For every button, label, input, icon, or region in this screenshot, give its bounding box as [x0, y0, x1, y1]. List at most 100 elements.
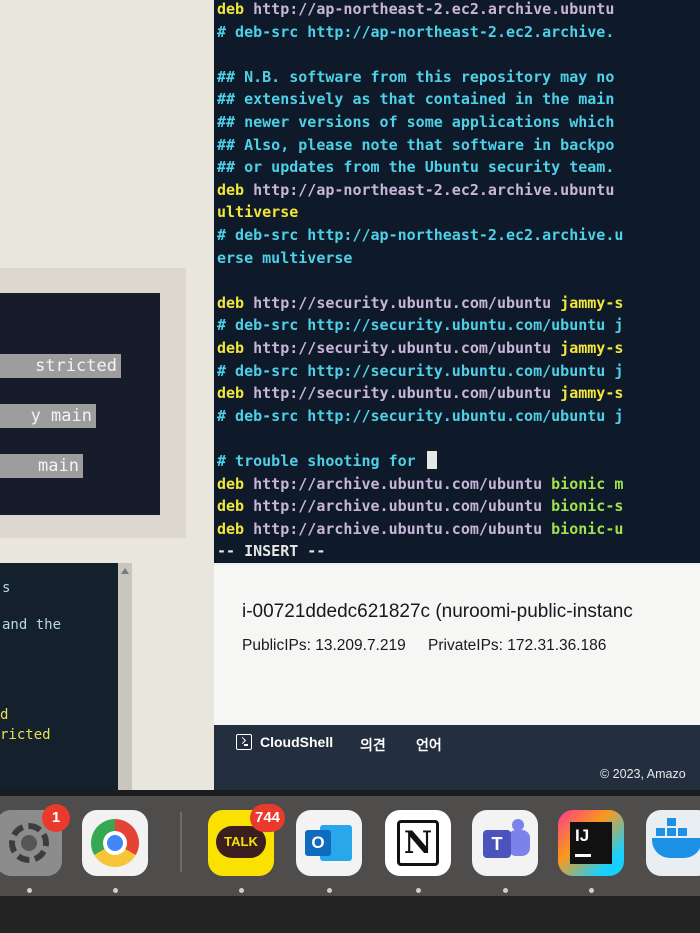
vim-line: # trouble shooting for — [217, 450, 437, 472]
vim-text-segment: deb — [217, 384, 245, 403]
vim-text-segment: deb — [217, 519, 245, 538]
console-footer: CloudShell 의견 언어 © 2023, Amazo — [214, 725, 700, 790]
vim-text-segment: ## extensively as that contained in the … — [217, 90, 615, 109]
vim-line: ## Also, please note that software in ba… — [217, 134, 614, 156]
running-indicator — [589, 888, 594, 893]
vim-text-segment: http://security.ubuntu.com/ubuntu — [244, 339, 561, 357]
vim-text-segment: http://archive.ubuntu.com/ubuntu — [244, 519, 552, 538]
vim-terminal[interactable]: deb http://ap-northeast-2.ec2.archive.ub… — [214, 0, 700, 563]
private-ips: PrivateIPs: 172.31.36.186 — [428, 637, 607, 654]
outlook-app[interactable]: O — [296, 810, 362, 876]
vim-text-segment: bionic m — [551, 474, 624, 493]
docker-container-block — [667, 828, 676, 836]
vim-text-segment: ## N.B. software from this repository ma… — [217, 67, 615, 86]
terminal-icon — [236, 734, 252, 750]
aws-console-window[interactable]: deb http://ap-northeast-2.ec2.archive.ub… — [214, 0, 700, 790]
teams-app[interactable]: T — [472, 810, 538, 876]
vim-line: # deb-src http://security.ubuntu.com/ubu… — [217, 405, 623, 427]
terminal-line: d — [0, 707, 9, 723]
highlighted-line: stricted — [0, 354, 121, 378]
dock: 1 TALK 744 O N T IJ — [0, 796, 700, 896]
background-terminal-bottom: s and the d ricted — [0, 563, 118, 790]
cloudshell-button[interactable]: CloudShell — [236, 734, 333, 750]
notion-app[interactable]: N — [385, 810, 451, 876]
running-indicator — [239, 888, 244, 893]
highlighted-line: main — [0, 454, 83, 478]
docker-container-block — [678, 828, 687, 836]
gear-core — [21, 835, 37, 851]
vim-line: ## N.B. software from this repository ma… — [217, 66, 614, 88]
vim-line: # deb-src http://ap-northeast-2.ec2.arch… — [217, 224, 623, 246]
vim-line: ## or updates from the Ubuntu security t… — [217, 156, 614, 178]
vim-line: deb http://ap-northeast-2.ec2.archive.ub… — [217, 0, 614, 20]
vim-text-segment: deb — [217, 339, 245, 357]
vim-text-segment: ## Also, please note that software in ba… — [217, 135, 615, 154]
notification-badge: 1 — [42, 804, 70, 832]
vim-text-segment: # deb-src http://ap-northeast-2.ec2.arch… — [217, 226, 624, 244]
terminal-line: ricted — [0, 727, 51, 743]
vim-text-segment: http://security.ubuntu.com/ubuntu — [244, 293, 561, 312]
scroll-up-arrow-icon[interactable] — [121, 568, 129, 574]
copyright-text: © 2023, Amazo — [600, 767, 686, 781]
running-indicator — [113, 888, 118, 893]
vim-text-segment: http://archive.ubuntu.com/ubuntu — [244, 497, 552, 516]
vim-text-segment: deb — [217, 0, 245, 18]
background-window[interactable]: stricted y main main s and the d ricted — [0, 0, 214, 790]
instance-details-panel: i-00721ddedc621827c (nuroomi-public-inst… — [214, 565, 700, 725]
vim-line: # deb-src http://security.ubuntu.com/ubu… — [217, 314, 623, 336]
vim-line: ## extensively as that contained in the … — [217, 88, 614, 110]
running-indicator — [27, 888, 32, 893]
vim-text-segment: ## newer versions of some applications w… — [217, 113, 615, 131]
vim-text-segment: jammy-s — [560, 384, 624, 403]
screen-bezel — [0, 896, 700, 933]
vim-line: deb http://security.ubuntu.com/ubuntu ja… — [217, 337, 623, 359]
vim-text-segment: deb — [217, 180, 245, 199]
vim-text-segment: jammy-s — [560, 339, 624, 357]
running-indicator — [503, 888, 508, 893]
instance-ips: PublicIPs: 13.209.7.219 PrivateIPs: 172.… — [242, 637, 624, 655]
vim-text-segment: -- INSERT -- — [217, 542, 326, 561]
instance-id: i-00721ddedc621827c (nuroomi-public-inst… — [242, 601, 633, 622]
terminal-line: and the — [2, 617, 62, 633]
vim-text-segment: jammy-s — [560, 293, 624, 312]
intellij-app[interactable]: IJ — [558, 810, 624, 876]
highlighted-line: y main — [0, 404, 96, 428]
scrollbar[interactable] — [118, 563, 132, 790]
running-indicator — [327, 888, 332, 893]
vim-line: deb http://security.ubuntu.com/ubuntu ja… — [217, 382, 623, 404]
teams-letter: T — [483, 830, 511, 858]
background-terminal-top: stricted y main main — [0, 293, 160, 515]
vim-text-segment: http://ap-northeast-2.ec2.archive.ubuntu — [244, 0, 615, 18]
vim-text-segment: deb — [217, 293, 245, 312]
docker-container-block — [656, 828, 665, 836]
language-link[interactable]: 언어 — [416, 735, 442, 755]
terminal-line: s — [2, 580, 11, 596]
intellij-bar — [575, 854, 591, 857]
vim-text-segment: deb — [217, 497, 245, 516]
vim-line: deb http://archive.ubuntu.com/ubuntu bio… — [217, 518, 623, 540]
dock-divider — [180, 812, 182, 872]
vim-line: deb http://archive.ubuntu.com/ubuntu bio… — [217, 495, 623, 517]
docker-app[interactable] — [646, 810, 700, 876]
text-cursor — [426, 451, 437, 469]
vim-line: deb http://archive.ubuntu.com/ubuntu bio… — [217, 473, 623, 495]
notion-letter: N — [397, 820, 439, 866]
vim-line: deb http://ap-northeast-2.ec2.archive.ub… — [217, 179, 614, 201]
docker-whale-icon — [652, 838, 700, 858]
vim-text-segment: # trouble shooting for — [217, 452, 425, 470]
vim-line: deb http://security.ubuntu.com/ubuntu ja… — [217, 292, 623, 314]
vim-text-segment: deb — [217, 474, 245, 493]
vim-text-segment: # deb-src http://ap-northeast-2.ec2.arch… — [217, 22, 615, 41]
vim-text-segment: # deb-src http://security.ubuntu.com/ubu… — [217, 361, 624, 380]
vim-text-segment: # deb-src http://security.ubuntu.com/ubu… — [217, 316, 624, 335]
teams-person-body — [508, 830, 530, 856]
vim-line: erse multiverse — [217, 247, 352, 269]
docker-container-block — [667, 818, 676, 826]
cloudshell-label: CloudShell — [260, 734, 334, 750]
vim-text-segment: ultiverse — [217, 203, 299, 222]
feedback-link[interactable]: 의견 — [360, 735, 386, 755]
vim-text-segment: bionic-s — [551, 497, 624, 516]
vim-text-segment: http://ap-northeast-2.ec2.archive.ubuntu — [244, 180, 615, 199]
vim-line: ultiverse — [217, 201, 298, 223]
chrome-app[interactable] — [82, 810, 148, 876]
